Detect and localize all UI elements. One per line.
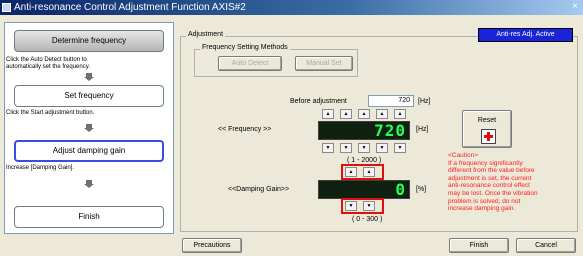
cancel-button[interactable]: Cancel <box>516 238 576 253</box>
step-hint-auto-detect-2: automatically set the frequency. <box>6 64 90 70</box>
window-title: Anti-resonance Control Adjustment Functi… <box>0 0 583 15</box>
step-hint-auto-detect-1: Click the Auto Detect button to <box>6 57 87 63</box>
damping-digit-up-button[interactable]: ▲ <box>363 167 375 177</box>
reset-icon <box>481 129 496 144</box>
auto-detect-button[interactable]: Auto Detect <box>218 56 282 71</box>
damping-digit-down-button[interactable]: ▼ <box>363 201 375 211</box>
caution-line: anti-resonance control effect <box>448 182 530 190</box>
frequency-digit-down-button[interactable]: ▼ <box>376 143 388 153</box>
step-adjust-damping-gain: Adjust damping gain <box>14 140 164 162</box>
damping-gain-range: ( 0 - 300 ) <box>352 216 383 223</box>
step-finish: Finish <box>14 206 164 228</box>
frequency-methods-label: Frequency Setting Methods <box>200 44 290 51</box>
frequency-digit-down-button[interactable]: ▼ <box>340 143 352 153</box>
caution-line: different from the value before <box>448 167 535 175</box>
frequency-label: << Frequency >> <box>218 126 272 133</box>
frequency-digit-up-button[interactable]: ▲ <box>394 109 406 119</box>
before-adjustment-label: Before adjustment <box>290 98 347 105</box>
caution-line: problem is solved, do not <box>448 197 521 205</box>
caution-title: <Caution> <box>448 152 478 159</box>
status-badge: Anti-res Adj. Active <box>478 28 573 42</box>
finish-button[interactable]: Finish <box>449 238 509 253</box>
frequency-digit-down-button[interactable]: ▼ <box>394 143 406 153</box>
damping-gain-display: 0 <box>318 180 410 199</box>
precautions-button[interactable]: Precautions <box>182 238 242 253</box>
caution-line: may be lost. Once the vibration <box>448 189 538 197</box>
damping-digit-down-button[interactable]: ▼ <box>345 201 357 211</box>
damping-gain-unit: [%] <box>416 186 427 193</box>
caution-line: increase damping gain. <box>448 205 516 213</box>
caution-text: <Caution> If a frequency significantly d… <box>448 152 576 213</box>
frequency-digit-up-button[interactable]: ▲ <box>358 109 370 119</box>
frequency-digit-up-button[interactable]: ▲ <box>322 109 334 119</box>
app-icon <box>2 3 11 12</box>
frequency-digit-up-button[interactable]: ▲ <box>340 109 352 119</box>
before-adjustment-unit: [Hz] <box>418 98 431 105</box>
frequency-digit-down-button[interactable]: ▼ <box>322 143 334 153</box>
damping-gain-label: <<Damping Gain>> <box>228 186 290 193</box>
step-arrow-icon <box>84 124 94 132</box>
step-set-frequency: Set frequency <box>14 85 164 107</box>
before-adjustment-value: 720 <box>368 95 414 107</box>
caution-line: If a frequency significantly <box>448 159 523 167</box>
caution-line: adjustment is set, the current <box>448 174 532 182</box>
reset-label: Reset <box>477 117 497 124</box>
frequency-unit: [Hz] <box>416 126 429 133</box>
damping-digit-up-button[interactable]: ▲ <box>345 167 357 177</box>
step-hint-increase: Increase [Damping Gain]. <box>6 165 75 171</box>
manual-set-button[interactable]: Manual Set <box>295 56 353 71</box>
frequency-range: ( 1 - 2000 ) <box>347 157 382 164</box>
frequency-digit-up-button[interactable]: ▲ <box>376 109 388 119</box>
close-icon[interactable]: × <box>569 1 581 13</box>
step-determine-frequency: Determine frequency <box>14 30 164 52</box>
reset-button[interactable]: Reset <box>462 110 512 148</box>
step-arrow-icon <box>84 73 94 81</box>
frequency-display: 720 <box>318 121 410 140</box>
frequency-digit-down-button[interactable]: ▼ <box>358 143 370 153</box>
step-hint-start: Click the Start adjustment button. <box>6 110 95 116</box>
step-arrow-icon <box>84 180 94 188</box>
adjustment-group-label: Adjustment <box>186 31 226 38</box>
